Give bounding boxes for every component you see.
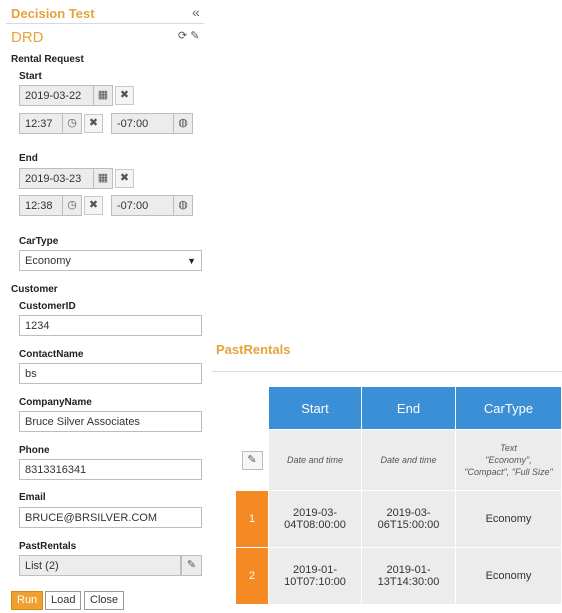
clear-row-cell: ✎ <box>235 429 269 491</box>
pastrentals-field[interactable]: List (2) <box>19 555 181 576</box>
cartype-select[interactable]: Economy ▼ <box>19 250 202 271</box>
end-time-field[interactable]: 12:38 <box>19 195 63 216</box>
globe-icon[interactable]: ◍ <box>174 113 193 134</box>
close-button[interactable]: Close <box>84 591 125 610</box>
pastrentals-label: PastRentals <box>19 541 77 552</box>
start-timezone-field[interactable]: -07:00 <box>111 113 174 134</box>
panel-title: Decision Test <box>11 6 95 21</box>
clear-end-date-button[interactable]: ✖ <box>115 169 134 188</box>
rental-request-label: Rental Request <box>11 54 84 65</box>
cartype-label: CarType <box>19 236 59 247</box>
column-header-cartype: CarType <box>455 386 562 430</box>
calendar-icon[interactable]: ▦ <box>94 168 113 189</box>
column-header-start: Start <box>268 386 362 430</box>
clock-icon[interactable]: ◷ <box>63 195 82 216</box>
customer-label: Customer <box>11 284 58 295</box>
type-cartype: Text "Economy", "Compact", "Full Size" <box>455 429 562 491</box>
start-label: Start <box>19 71 42 82</box>
row-index: 2 <box>235 547 269 605</box>
start-date-field[interactable]: 2019-03-22 <box>19 85 94 106</box>
customerid-label: CustomerID <box>19 301 76 312</box>
corner-cell <box>235 386 269 430</box>
pastrentals-divider <box>212 371 562 372</box>
globe-icon[interactable]: ◍ <box>174 195 193 216</box>
row-cartype[interactable]: Economy <box>455 490 562 548</box>
calendar-icon[interactable]: ▦ <box>94 85 113 106</box>
phone-field[interactable]: 8313316341 <box>19 459 202 480</box>
drd-actions: ⟳ ✎ <box>178 29 200 42</box>
clear-start-date-button[interactable]: ✖ <box>115 86 134 105</box>
eraser-icon[interactable]: ✎ <box>190 30 199 42</box>
companyname-label: CompanyName <box>19 397 92 408</box>
double-chevron-left-icon[interactable]: « <box>192 4 200 20</box>
customerid-field[interactable]: 1234 <box>19 315 202 336</box>
companyname-field[interactable]: Bruce Silver Associates <box>19 411 202 432</box>
start-time-field[interactable]: 12:37 <box>19 113 63 134</box>
email-field[interactable]: BRUCE@BRSILVER.COM <box>19 507 202 528</box>
pencil-icon[interactable]: ✎ <box>181 555 202 576</box>
pastrentals-table: Start End CarType ✎ Date and time Date a… <box>235 386 562 605</box>
refresh-icon[interactable]: ⟳ <box>178 30 187 42</box>
contactname-field[interactable]: bs <box>19 363 202 384</box>
cartype-value: Economy <box>25 255 71 267</box>
column-header-end: End <box>361 386 456 430</box>
email-label: Email <box>19 492 46 503</box>
row-index: 1 <box>235 490 269 548</box>
end-timezone-field[interactable]: -07:00 <box>111 195 174 216</box>
contactname-label: ContactName <box>19 349 84 360</box>
row-end[interactable]: 2019-01- 13T14:30:00 <box>361 547 456 605</box>
clock-icon[interactable]: ◷ <box>63 113 82 134</box>
decision-test-panel: Decision Test « DRD ⟳ ✎ Rental Request S… <box>0 0 208 613</box>
drd-label: DRD <box>11 29 44 46</box>
chevron-down-icon: ▼ <box>187 256 196 266</box>
table-row: 2 2019-01- 10T07:10:00 2019-01- 13T14:30… <box>235 547 562 605</box>
type-end: Date and time <box>361 429 456 491</box>
end-label: End <box>19 153 38 164</box>
load-button[interactable]: Load <box>45 591 82 610</box>
row-cartype[interactable]: Economy <box>455 547 562 605</box>
title-divider <box>6 23 204 24</box>
row-start[interactable]: 2019-03- 04T08:00:00 <box>268 490 362 548</box>
type-start: Date and time <box>268 429 362 491</box>
clear-start-time-button[interactable]: ✖ <box>84 114 103 133</box>
clear-end-time-button[interactable]: ✖ <box>84 196 103 215</box>
run-button[interactable]: Run <box>11 591 44 610</box>
table-row: 1 2019-03- 04T08:00:00 2019-03- 06T15:00… <box>235 490 562 548</box>
end-date-field[interactable]: 2019-03-23 <box>19 168 94 189</box>
row-end[interactable]: 2019-03- 06T15:00:00 <box>361 490 456 548</box>
row-start[interactable]: 2019-01- 10T07:10:00 <box>268 547 362 605</box>
phone-label: Phone <box>19 445 50 456</box>
pastrentals-title: PastRentals <box>216 342 291 357</box>
eraser-icon[interactable]: ✎ <box>241 450 263 470</box>
